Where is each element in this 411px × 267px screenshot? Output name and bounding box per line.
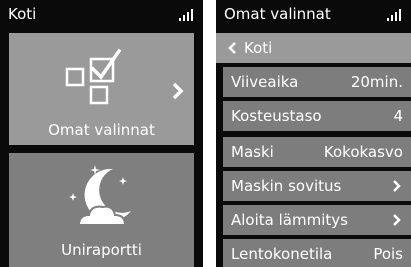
chevron-left-icon: [228, 42, 236, 54]
signal-strength-icon: [387, 9, 403, 21]
setting-value: 4: [393, 107, 403, 125]
status-bar: Omat valinnat: [216, 0, 411, 28]
home-screen: Koti Omat valinnat Uniraportti: [0, 0, 203, 267]
setting-label: Viiveaika: [231, 73, 299, 91]
screen-title: Omat valinnat: [224, 5, 331, 23]
moon-clouds-stars-icon: [69, 165, 131, 226]
signal-strength-icon: [179, 9, 195, 21]
setting-value: Pois: [373, 245, 403, 263]
tile-label: Omat valinnat: [48, 121, 155, 139]
setting-value: Kokokasvo: [323, 143, 403, 161]
tile-label: Uniraportti: [61, 241, 142, 259]
setting-label: Kosteustaso: [231, 107, 322, 125]
chevron-right-icon: [393, 180, 401, 192]
setting-row-aloita-lammitys[interactable]: Aloita lämmitys: [223, 205, 411, 235]
uniraportti-tile[interactable]: Uniraportti: [9, 153, 194, 267]
setting-row-lentokonetila[interactable]: Lentokonetila Pois: [223, 239, 411, 267]
setting-label: Aloita lämmitys: [231, 211, 348, 229]
setting-row-maski[interactable]: Maski Kokokasvo: [223, 137, 411, 167]
setting-row-viiveaika[interactable]: Viiveaika 20min.: [223, 67, 411, 97]
screen-title: Koti: [8, 5, 37, 23]
setting-label: Maski: [231, 143, 274, 161]
setting-label: Maskin sovitus: [231, 177, 342, 195]
setting-value: 20min.: [350, 73, 403, 91]
setting-row-maskin-sovitus[interactable]: Maskin sovitus: [223, 171, 411, 201]
chevron-right-icon: [393, 214, 401, 226]
checklist-icon: [65, 48, 122, 105]
back-label: Koti: [244, 39, 273, 57]
setting-label: Lentokonetila: [231, 245, 333, 263]
back-button[interactable]: Koti: [216, 33, 411, 63]
omat-valinnat-tile[interactable]: Omat valinnat: [9, 33, 194, 145]
chevron-right-icon: [172, 82, 184, 100]
setting-row-kosteustaso[interactable]: Kosteustaso 4: [223, 101, 411, 131]
status-bar: Koti: [0, 0, 203, 28]
omat-valinnat-screen: Omat valinnat Koti Viiveaika 20min. Kost…: [216, 0, 411, 267]
